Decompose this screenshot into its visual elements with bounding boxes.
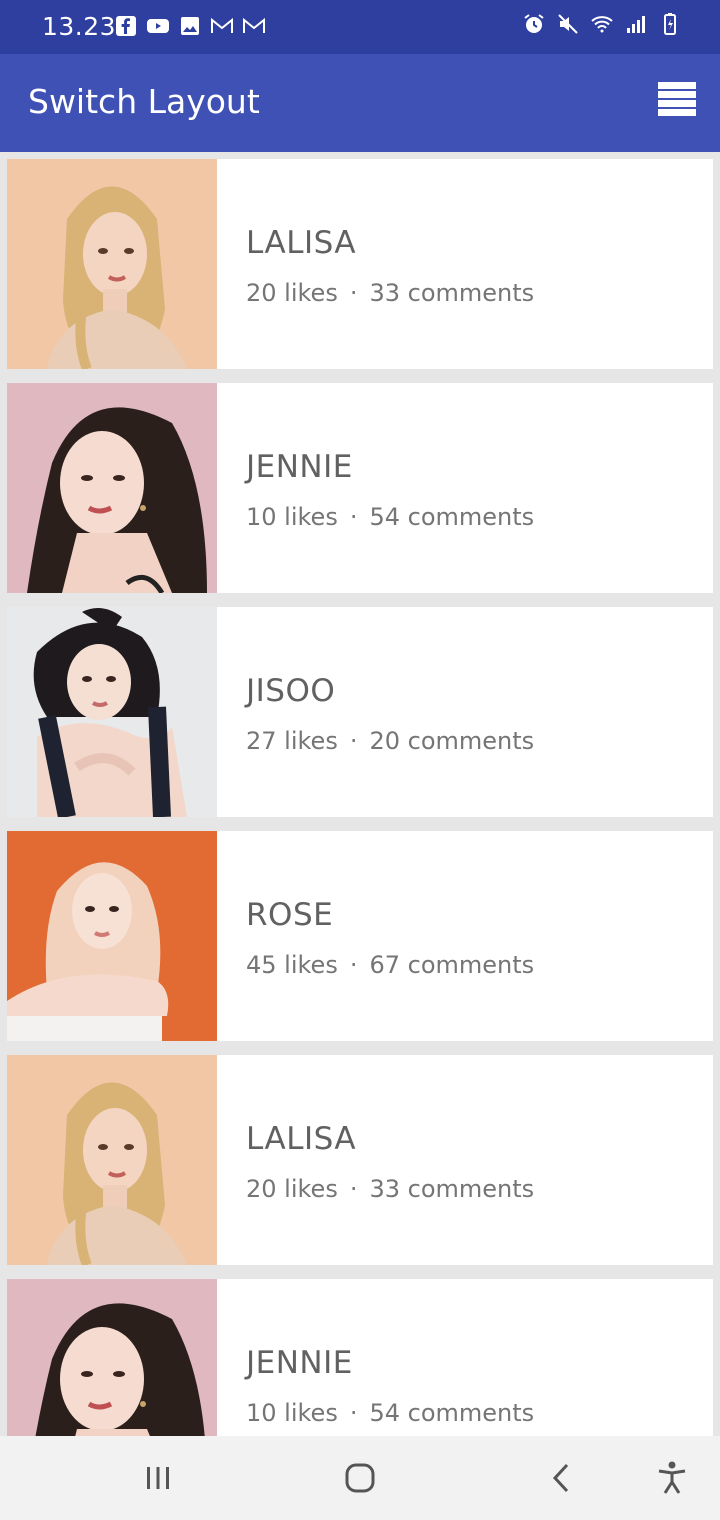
comments-count: 33 comments: [369, 279, 535, 307]
accessibility-icon[interactable]: [652, 1458, 692, 1498]
alarm-icon: [524, 14, 544, 33]
comments-count: 67 comments: [369, 951, 535, 979]
item-name: JISOO: [246, 673, 336, 709]
item-name: LALISA: [246, 225, 357, 261]
likes-count: 45 likes: [246, 951, 338, 979]
gallery-icon: [181, 17, 199, 35]
comments-count: 20 comments: [369, 727, 535, 755]
item-stats: 10 likes · 54 comments: [246, 1399, 534, 1427]
item-stats: 10 likes · 54 comments: [246, 503, 534, 531]
likes-count: 20 likes: [246, 279, 338, 307]
profile-photo: [7, 1279, 217, 1436]
comments-count: 54 comments: [369, 1399, 535, 1427]
separator-dot: ·: [349, 279, 358, 307]
app-bar: Switch Layout: [0, 54, 720, 152]
profile-photo: [7, 383, 217, 593]
list-item[interactable]: ROSE 45 likes · 67 comments: [7, 831, 713, 1041]
signal-icon: [627, 16, 645, 33]
item-list[interactable]: LALISA 20 likes · 33 comments JENNIE 10 li…: [0, 152, 720, 1436]
status-bar: 13.23: [0, 0, 720, 54]
profile-photo: [7, 607, 217, 817]
battery-icon: [664, 13, 676, 35]
profile-photo: [7, 1055, 217, 1265]
list-item[interactable]: JENNIE 10 likes · 54 comments: [7, 1279, 713, 1436]
separator-dot: ·: [349, 1175, 358, 1203]
separator-dot: ·: [349, 951, 358, 979]
page-title: Switch Layout: [28, 82, 260, 121]
notification-icons: [114, 14, 266, 38]
status-time: 13.23: [42, 12, 117, 41]
gmail-icon: [211, 17, 233, 33]
likes-count: 10 likes: [246, 503, 338, 531]
item-name: JENNIE: [246, 1345, 353, 1381]
item-name: LALISA: [246, 1121, 357, 1157]
youtube-icon: [147, 19, 169, 33]
navigation-bar: [0, 1436, 720, 1520]
item-stats: 20 likes · 33 comments: [246, 1175, 534, 1203]
list-item[interactable]: LALISA 20 likes · 33 comments: [7, 159, 713, 369]
list-item[interactable]: JISOO 27 likes · 20 comments: [7, 607, 713, 817]
list-item[interactable]: LALISA 20 likes · 33 comments: [7, 1055, 713, 1265]
recents-icon[interactable]: [138, 1458, 178, 1498]
system-icons: [522, 12, 682, 36]
list-item[interactable]: JENNIE 10 likes · 54 comments: [7, 383, 713, 593]
item-name: ROSE: [246, 897, 334, 933]
likes-count: 20 likes: [246, 1175, 338, 1203]
item-name: JENNIE: [246, 449, 353, 485]
back-icon[interactable]: [542, 1458, 582, 1498]
comments-count: 33 comments: [369, 1175, 535, 1203]
separator-dot: ·: [349, 1399, 358, 1427]
home-icon[interactable]: [340, 1458, 380, 1498]
item-stats: 27 likes · 20 comments: [246, 727, 534, 755]
list-view-icon[interactable]: [658, 80, 696, 118]
likes-count: 10 likes: [246, 1399, 338, 1427]
mute-icon: [558, 14, 578, 34]
item-stats: 20 likes · 33 comments: [246, 279, 534, 307]
wifi-icon: [591, 16, 613, 33]
gmail-icon: [243, 17, 265, 33]
profile-photo: [7, 831, 217, 1041]
separator-dot: ·: [349, 727, 358, 755]
comments-count: 54 comments: [369, 503, 535, 531]
profile-photo: [7, 159, 217, 369]
separator-dot: ·: [349, 503, 358, 531]
item-stats: 45 likes · 67 comments: [246, 951, 534, 979]
likes-count: 27 likes: [246, 727, 338, 755]
facebook-icon: [116, 16, 136, 36]
